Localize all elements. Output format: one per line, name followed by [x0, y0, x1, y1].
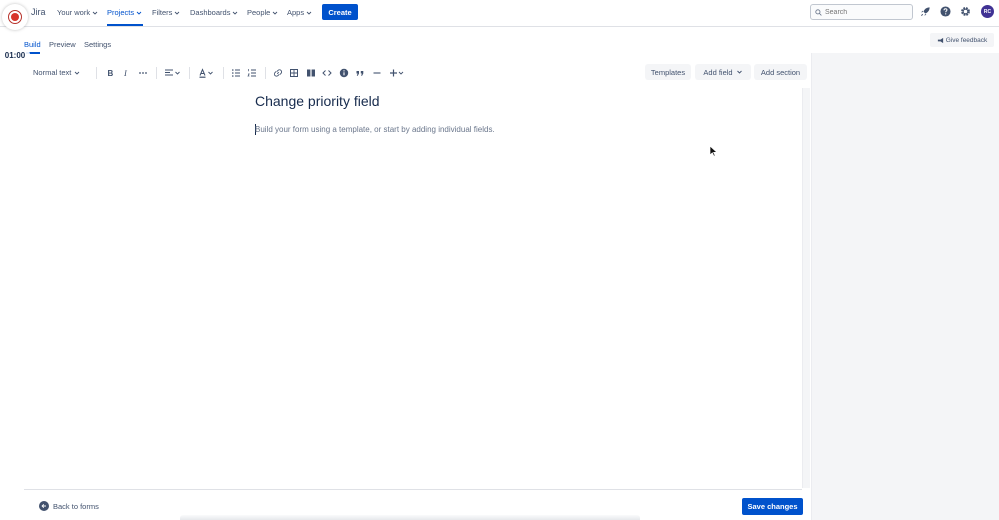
toolbar-divider — [189, 67, 190, 79]
nav-projects[interactable]: Projects — [107, 8, 142, 17]
toolbar-divider — [223, 67, 224, 79]
form-title[interactable]: Change priority field — [255, 93, 380, 109]
insert-more-icon[interactable] — [389, 68, 405, 78]
chevron-down-icon — [306, 11, 312, 15]
right-side-panel — [811, 53, 999, 520]
megaphone-icon — [937, 37, 943, 43]
back-to-forms-link[interactable]: Back to forms — [39, 501, 99, 511]
divider-icon[interactable] — [372, 68, 382, 78]
give-feedback-button[interactable]: Give feedback — [930, 33, 994, 47]
search-input[interactable] — [825, 8, 905, 16]
nav-filters[interactable]: Filters — [152, 8, 180, 17]
templates-button[interactable]: Templates — [645, 64, 691, 80]
nav-apps[interactable]: Apps — [287, 8, 312, 17]
more-formatting-icon[interactable] — [138, 68, 148, 78]
editor-toolbar: Normal text B I Templates Add field Add … — [0, 62, 811, 84]
toolbar-divider — [156, 67, 157, 79]
quote-icon[interactable] — [355, 68, 365, 78]
nav-projects-label: Projects — [107, 8, 135, 17]
give-feedback-label: Give feedback — [945, 36, 988, 44]
italic-icon[interactable]: I — [121, 68, 131, 78]
chevron-down-icon — [273, 11, 278, 15]
save-changes-button[interactable]: Save changes — [742, 498, 803, 515]
chevron-down-icon — [136, 11, 142, 15]
chevron-down-icon — [233, 11, 238, 15]
columns-layout-icon[interactable] — [306, 68, 316, 78]
record-icon — [8, 10, 22, 24]
info-panel-icon[interactable] — [339, 68, 349, 78]
svg-text:I: I — [123, 68, 128, 78]
nav-apps-label: Apps — [287, 8, 305, 17]
numbered-list-icon[interactable] — [247, 68, 257, 78]
recording-timer: 01:00 — [0, 44, 30, 66]
nav-dashboards-label: Dashboards — [190, 8, 231, 17]
table-icon[interactable] — [289, 68, 299, 78]
text-color-dropdown-icon[interactable] — [198, 68, 216, 78]
add-section-button[interactable]: Add section — [754, 64, 807, 80]
arrow-left-icon — [39, 501, 49, 511]
svg-text:B: B — [108, 69, 114, 78]
toolbar-divider — [265, 67, 266, 79]
footer-divider — [24, 489, 802, 490]
record-button[interactable] — [2, 4, 28, 30]
chevron-down-icon — [736, 70, 742, 74]
window-edge-shadow — [180, 515, 640, 520]
nav-your-work[interactable]: Your work — [57, 8, 98, 17]
chevron-down-icon — [75, 71, 80, 75]
search-icon — [815, 8, 822, 16]
text-style-label: Normal text — [33, 68, 72, 77]
link-icon[interactable] — [273, 68, 283, 78]
bold-icon[interactable]: B — [105, 68, 115, 78]
nav-filters-label: Filters — [152, 8, 173, 17]
mouse-pointer-icon — [709, 145, 718, 157]
form-empty-hint[interactable]: Build your form using a template, or sta… — [255, 125, 495, 134]
form-builder-tabs: Build Preview Settings Give feedback — [0, 27, 999, 54]
add-field-button[interactable]: Add field — [695, 64, 751, 80]
rocket-icon[interactable] — [920, 6, 931, 17]
bullet-list-icon[interactable] — [231, 68, 241, 78]
toolbar-divider — [96, 67, 97, 79]
search-field[interactable] — [810, 4, 913, 20]
alignment-dropdown-icon[interactable] — [164, 68, 182, 78]
create-button[interactable]: Create — [322, 4, 358, 20]
nav-your-work-label: Your work — [57, 8, 91, 17]
active-nav-indicator — [107, 24, 143, 26]
settings-icon[interactable] — [960, 6, 971, 17]
text-style-dropdown[interactable]: Normal text — [33, 68, 80, 77]
editor-scrollbar[interactable] — [802, 88, 810, 488]
code-icon[interactable] — [322, 68, 332, 78]
back-to-forms-label: Back to forms — [53, 501, 99, 511]
help-icon[interactable] — [940, 6, 951, 17]
add-field-label: Add field — [703, 67, 733, 77]
nav-people[interactable]: People — [247, 8, 278, 17]
chevron-down-icon — [92, 11, 98, 15]
tab-preview[interactable]: Preview — [49, 40, 76, 49]
nav-people-label: People — [247, 8, 271, 17]
tab-settings[interactable]: Settings — [84, 40, 111, 49]
jira-logo[interactable]: Jira — [31, 7, 46, 17]
top-navigation: Jira Your work Projects Filters Dashboar… — [0, 0, 999, 27]
avatar[interactable]: RC — [981, 5, 994, 18]
chevron-down-icon — [175, 11, 180, 15]
nav-dashboards[interactable]: Dashboards — [190, 8, 238, 17]
